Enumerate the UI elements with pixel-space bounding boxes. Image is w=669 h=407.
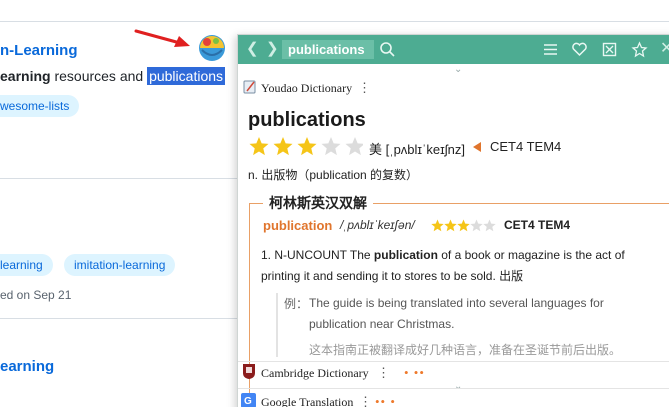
divider <box>238 388 669 389</box>
desc-text: resources and <box>50 68 148 84</box>
headword: publications <box>248 109 366 131</box>
star-icon <box>297 137 317 156</box>
desc-bold-text: earning <box>0 68 51 84</box>
page: n-Learning earning resources and publica… <box>0 0 669 407</box>
forward-icon[interactable]: ❯ <box>266 41 279 57</box>
repo-title-link[interactable]: earning <box>0 358 54 375</box>
more-menu-icon[interactable]: ⋮ <box>377 365 390 381</box>
star-icon <box>457 219 470 232</box>
phonetic-region: 美 <box>369 142 383 157</box>
youdao-icon <box>243 80 256 94</box>
menu-icon[interactable] <box>542 41 559 58</box>
topic-tag[interactable]: wesome-lists <box>0 95 80 117</box>
definition-word: publication <box>373 248 438 262</box>
popup-toolbar: ❮ ❯ publications ✕ <box>238 35 669 64</box>
search-input[interactable]: publications <box>282 40 374 59</box>
translation: n. 出版物（publication 的复数） <box>248 168 419 182</box>
star-icon <box>431 219 444 232</box>
star-icon <box>249 137 269 156</box>
topic-tag[interactable]: learning <box>0 254 53 276</box>
star-icon <box>345 137 363 156</box>
topic-tag[interactable]: imitation-learning <box>64 254 176 276</box>
example-chinese: 这本指南正被翻译成好几种语言，准备在圣诞节前后出版。 <box>309 343 622 357</box>
collins-title: 柯林斯英汉双解 <box>263 193 373 213</box>
star-icon <box>444 219 457 232</box>
example-label: 例： <box>284 297 309 311</box>
collapse-chevron-icon[interactable]: ⌄ <box>454 64 462 75</box>
loading-dots-icon: •• • <box>375 394 396 407</box>
repo-title-link[interactable]: n-Learning <box>0 42 78 59</box>
youdao-ball-icon[interactable] <box>197 33 227 63</box>
collins-exam-tags: CET4 TEM4 <box>504 218 571 232</box>
collins-frequency-stars <box>431 219 496 232</box>
definition: 1. N-UNCOUNT The publication of a book o… <box>261 245 661 287</box>
more-menu-icon[interactable]: ⋮ <box>358 80 371 96</box>
updated-text: ed on Sep 21 <box>0 288 72 302</box>
google-translate-icon: G <box>241 393 256 407</box>
collins-phonetic: /ˌpʌblɪˈkeɪʃən/ <box>340 218 415 232</box>
frequency-stars <box>249 137 363 156</box>
more-menu-icon[interactable]: ⋮ <box>359 394 372 407</box>
close-icon[interactable]: ✕ <box>660 41 669 57</box>
definition-text: N-UNCOUNT The <box>271 248 374 262</box>
svg-text:G: G <box>244 396 252 407</box>
phonetic-text: [ˌpʌblɪˈkeɪʃnz] <box>385 142 465 157</box>
star-icon <box>483 219 496 232</box>
speaker-icon[interactable] <box>471 141 483 153</box>
divider <box>0 21 669 22</box>
youdao-panel-header[interactable]: Youdao Dictionary ⋮ <box>238 77 669 99</box>
wordbook-icon[interactable] <box>601 41 618 58</box>
star-icon <box>470 219 483 232</box>
dictionary-popup: ❮ ❯ publications ✕ <box>237 34 669 407</box>
google-panel-header[interactable]: G Google Translation ⋮ •• • <box>238 391 669 407</box>
example-bar <box>276 293 278 357</box>
selected-text[interactable]: publications <box>147 67 226 85</box>
cambridge-icon <box>243 364 255 379</box>
exam-tags: CET4 TEM4 <box>490 139 562 154</box>
annotation-arrow-icon <box>134 29 190 47</box>
star-icon <box>273 137 293 156</box>
star-icon <box>321 137 341 156</box>
collins-headword: publication <box>263 218 333 233</box>
pin-icon[interactable] <box>631 41 648 58</box>
heart-icon[interactable] <box>571 41 588 58</box>
repo-description: earning resources and publications <box>0 67 226 85</box>
definition-number: 1. <box>261 248 272 262</box>
cambridge-label: Cambridge Dictionary <box>261 366 369 380</box>
divider <box>0 178 240 179</box>
loading-dots-icon: • •• <box>404 365 425 380</box>
google-label: Google Translation <box>261 395 354 407</box>
youdao-label: Youdao Dictionary <box>261 81 353 95</box>
example-english: The guide is being translated into sever… <box>309 296 604 331</box>
divider <box>0 318 240 319</box>
back-icon[interactable]: ❮ <box>246 41 259 57</box>
phonetic: 美 [ˌpʌblɪˈkeɪʃnz] <box>369 139 465 158</box>
search-icon[interactable] <box>379 41 396 58</box>
